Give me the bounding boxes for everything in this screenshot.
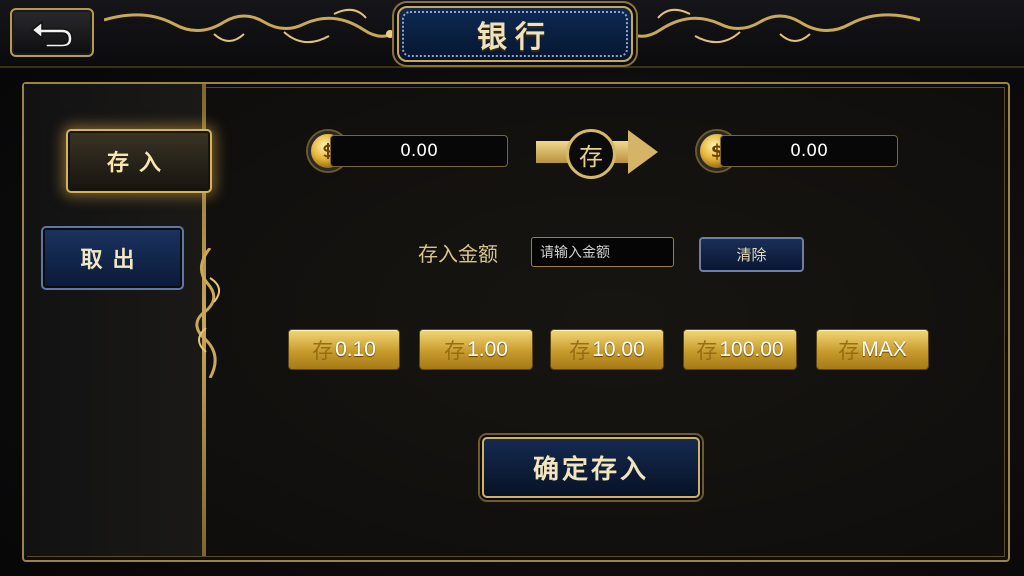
coin-balance-display: 0.00 [330, 135, 508, 167]
quick-amount-prefix: 存 [838, 339, 860, 363]
quick-amount-prefix: 存 [444, 339, 466, 363]
sidebar-item-withdraw[interactable]: 取出 [41, 226, 184, 290]
quick-amount-value: 100.00 [719, 337, 784, 361]
quick-amount-value: 10.00 [592, 337, 645, 361]
ornament-left-icon [104, 8, 394, 43]
quick-amount-button-1.00[interactable]: 存 1.00 [419, 329, 533, 370]
top-bar: 银行 [0, 0, 1024, 68]
quick-amount-value: MAX [861, 337, 907, 361]
deposit-arrow-badge: 存 [566, 129, 616, 179]
deposit-amount-input[interactable] [531, 237, 674, 267]
quick-amount-value: 0.10 [335, 337, 376, 361]
sidebar-item-deposit[interactable]: 存入 [66, 129, 212, 193]
quick-amount-prefix: 存 [696, 339, 718, 363]
quick-amount-prefix: 存 [569, 339, 591, 363]
confirm-deposit-button[interactable]: 确定存入 [482, 437, 700, 498]
confirm-deposit-label: 确定存入 [532, 455, 649, 485]
divider-ornament-icon [195, 248, 221, 378]
deposit-amount-label: 存入金额 [418, 242, 498, 266]
back-arrow-icon [30, 19, 73, 48]
quick-amount-button-10.00[interactable]: 存 10.00 [550, 329, 664, 370]
sidebar-item-label: 存入 [106, 151, 171, 176]
deposit-arrow: 存 [536, 127, 660, 179]
quick-amount-value: 1.00 [467, 337, 508, 361]
quick-amount-prefix: 存 [312, 339, 334, 363]
bank-balance-value: 0.00 [790, 141, 828, 161]
quick-amount-button-100.00[interactable]: 存 100.00 [683, 329, 797, 370]
title-plate: 银行 [397, 6, 633, 62]
deposit-arrow-label: 存 [579, 142, 603, 171]
coin-balance-value: 0.00 [400, 141, 438, 161]
clear-button[interactable]: 清除 [699, 237, 804, 272]
ornament-right-icon [630, 8, 920, 43]
bank-balance-display: 0.00 [720, 135, 898, 167]
page-title: 银行 [477, 20, 553, 55]
quick-amount-button-max[interactable]: 存 MAX [816, 329, 929, 370]
back-button[interactable] [10, 8, 94, 57]
sidebar-item-label: 取出 [80, 248, 145, 273]
clear-button-label: 清除 [736, 246, 767, 264]
quick-amount-button-0.10[interactable]: 存 0.10 [288, 329, 400, 370]
